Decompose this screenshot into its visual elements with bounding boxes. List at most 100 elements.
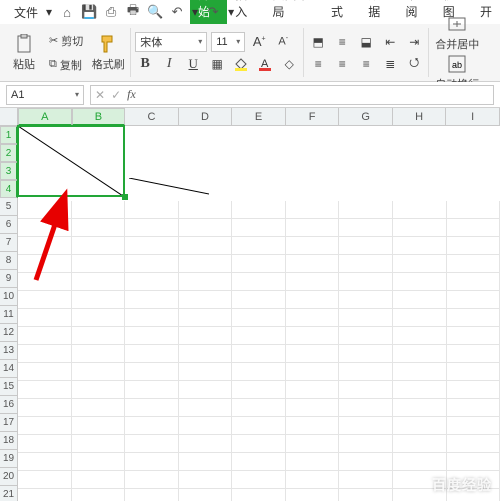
- cell[interactable]: [72, 417, 126, 435]
- align-middle-button[interactable]: ≡: [332, 32, 352, 52]
- cell[interactable]: [18, 291, 72, 309]
- row-header-6[interactable]: 6: [0, 216, 18, 234]
- column-header-C[interactable]: C: [125, 108, 179, 126]
- cell[interactable]: [179, 219, 233, 237]
- cell[interactable]: [72, 381, 126, 399]
- merge-center-button[interactable]: 合并居中: [433, 14, 481, 52]
- row-header-20[interactable]: 20: [0, 468, 18, 486]
- cell[interactable]: [286, 219, 340, 237]
- cell[interactable]: [232, 381, 286, 399]
- cell[interactable]: [72, 453, 126, 471]
- underline-button[interactable]: U: [183, 54, 203, 74]
- cell[interactable]: [447, 327, 500, 345]
- font-name-select[interactable]: 宋体 ▾: [135, 32, 207, 52]
- cell[interactable]: [339, 489, 393, 501]
- align-justify-button[interactable]: ≣: [380, 54, 400, 74]
- cell[interactable]: [393, 381, 447, 399]
- cell[interactable]: [179, 435, 233, 453]
- diagonal-line-2[interactable]: [129, 178, 209, 198]
- cell[interactable]: [125, 399, 179, 417]
- cell[interactable]: [393, 453, 447, 471]
- cell[interactable]: [339, 255, 393, 273]
- cell[interactable]: [339, 363, 393, 381]
- cell[interactable]: [72, 489, 126, 501]
- cell[interactable]: [339, 471, 393, 489]
- cut-button[interactable]: ✂ 剪切: [46, 30, 86, 52]
- cell[interactable]: [447, 417, 500, 435]
- row-header-10[interactable]: 10: [0, 288, 18, 306]
- cell[interactable]: [232, 363, 286, 381]
- cell[interactable]: [125, 363, 179, 381]
- cell[interactable]: [179, 237, 233, 255]
- cell[interactable]: [339, 345, 393, 363]
- cell[interactable]: [232, 237, 286, 255]
- cell[interactable]: [72, 471, 126, 489]
- cell[interactable]: [393, 327, 447, 345]
- italic-button[interactable]: I: [159, 54, 179, 74]
- cell[interactable]: [179, 381, 233, 399]
- cell[interactable]: [339, 435, 393, 453]
- print-icon[interactable]: 🖶: [126, 5, 140, 19]
- tab-review[interactable]: 审阅: [397, 0, 434, 26]
- cell[interactable]: [18, 237, 72, 255]
- column-header-E[interactable]: E: [232, 108, 286, 126]
- cell[interactable]: [179, 255, 233, 273]
- cell[interactable]: [179, 309, 233, 327]
- cell[interactable]: [393, 345, 447, 363]
- column-header-D[interactable]: D: [179, 108, 233, 126]
- cell[interactable]: [447, 435, 500, 453]
- cell[interactable]: [179, 327, 233, 345]
- cell[interactable]: [393, 417, 447, 435]
- cell[interactable]: [286, 471, 340, 489]
- name-box[interactable]: A1 ▾: [6, 85, 84, 105]
- row-header-12[interactable]: 12: [0, 324, 18, 342]
- formula-input-area[interactable]: ✕ ✓ fx: [90, 85, 494, 105]
- cell[interactable]: [18, 453, 72, 471]
- cell[interactable]: [339, 399, 393, 417]
- cell[interactable]: [286, 237, 340, 255]
- save-as-icon[interactable]: ⎙: [104, 5, 118, 19]
- cell[interactable]: [179, 417, 233, 435]
- row-header-21[interactable]: 21: [0, 486, 18, 501]
- cell[interactable]: [125, 381, 179, 399]
- tab-formulas[interactable]: 公式: [323, 0, 360, 26]
- align-center-button[interactable]: ≡: [332, 54, 352, 74]
- cell[interactable]: [125, 237, 179, 255]
- cell[interactable]: [72, 219, 126, 237]
- cell[interactable]: [125, 489, 179, 501]
- row-header-15[interactable]: 15: [0, 378, 18, 396]
- cell[interactable]: [125, 453, 179, 471]
- select-all-corner[interactable]: [0, 108, 18, 126]
- fx-icon[interactable]: fx: [127, 87, 136, 102]
- cell[interactable]: [125, 345, 179, 363]
- cell[interactable]: [447, 291, 500, 309]
- cell[interactable]: [18, 201, 72, 219]
- cell[interactable]: [339, 201, 393, 219]
- cell[interactable]: [72, 237, 126, 255]
- cell[interactable]: [232, 309, 286, 327]
- cell[interactable]: [125, 435, 179, 453]
- row-header-19[interactable]: 19: [0, 450, 18, 468]
- column-header-F[interactable]: F: [286, 108, 340, 126]
- cell[interactable]: [72, 345, 126, 363]
- column-header-I[interactable]: I: [446, 108, 500, 126]
- cell[interactable]: [232, 489, 286, 501]
- row-header-14[interactable]: 14: [0, 360, 18, 378]
- cell[interactable]: [339, 237, 393, 255]
- cell[interactable]: [72, 399, 126, 417]
- column-header-B[interactable]: B: [72, 108, 126, 126]
- home-icon[interactable]: ⌂: [60, 5, 74, 19]
- cell[interactable]: [179, 489, 233, 501]
- cell[interactable]: [179, 201, 233, 219]
- cell[interactable]: [286, 489, 340, 501]
- cell[interactable]: [447, 381, 500, 399]
- cell[interactable]: [18, 435, 72, 453]
- cell[interactable]: [393, 399, 447, 417]
- save-icon[interactable]: 💾: [82, 5, 96, 19]
- align-top-button[interactable]: ⬒: [308, 32, 328, 52]
- cell[interactable]: [339, 219, 393, 237]
- increase-font-button[interactable]: A+: [249, 32, 269, 52]
- cell[interactable]: [286, 453, 340, 471]
- cell[interactable]: [393, 255, 447, 273]
- row-header-1[interactable]: 1: [0, 126, 18, 144]
